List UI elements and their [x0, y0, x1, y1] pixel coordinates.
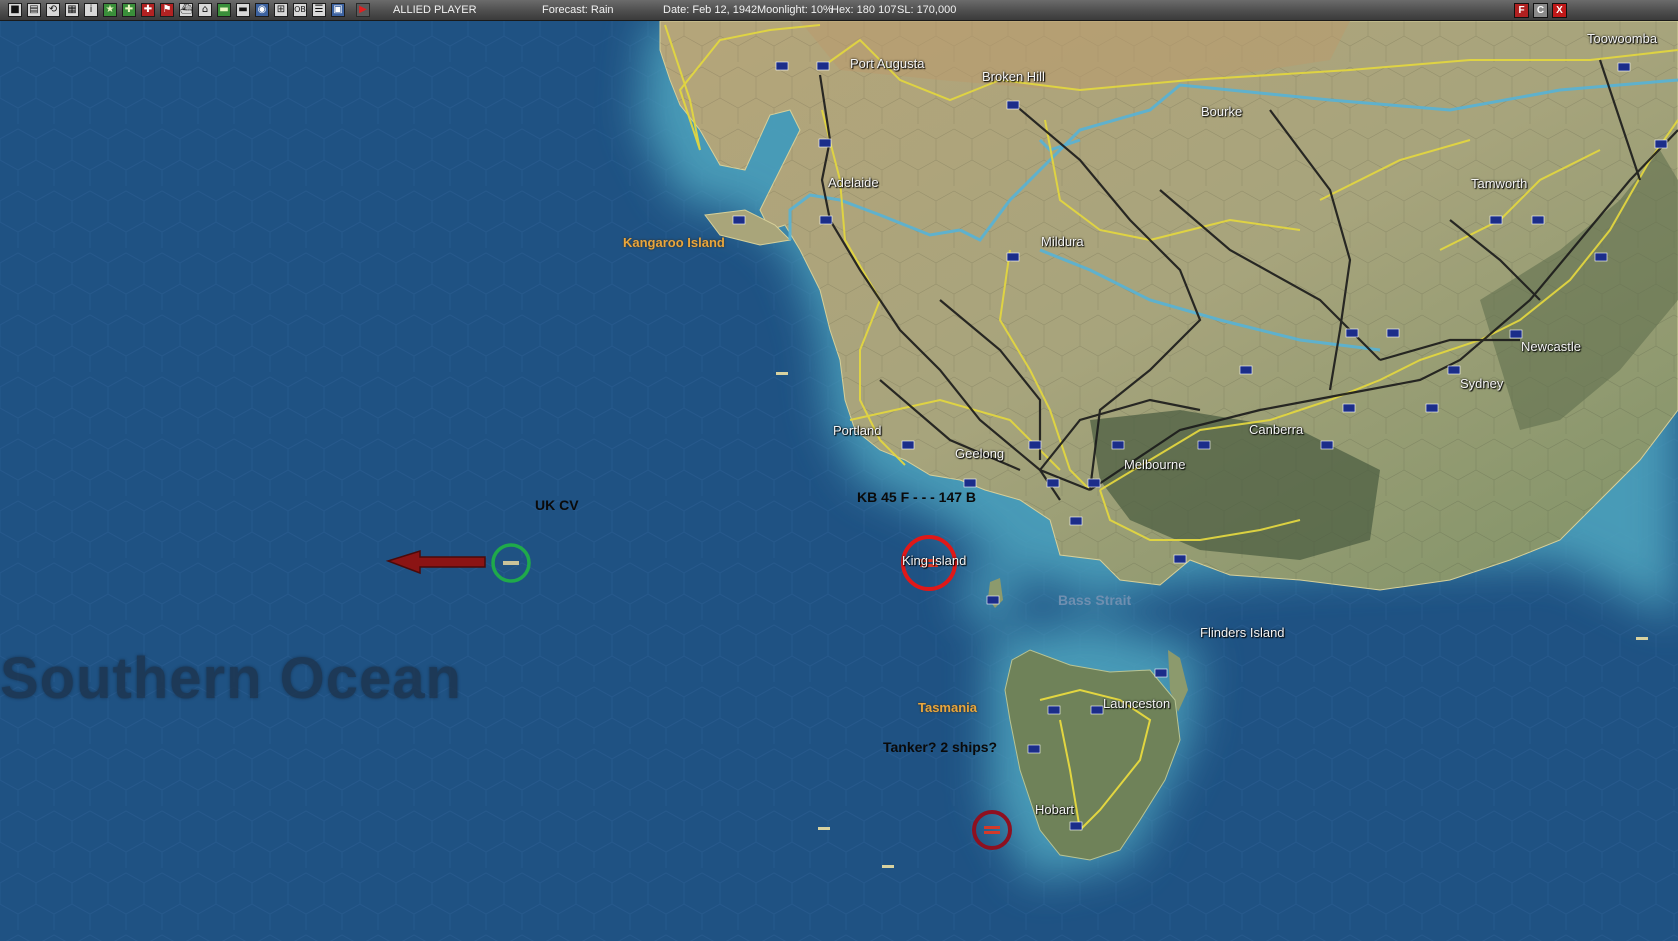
toolbar-button-2[interactable]: ▤ — [27, 3, 41, 17]
label-broken-hill: Broken Hill — [982, 69, 1045, 84]
air-unit-button[interactable]: ✚ — [122, 3, 136, 17]
list-button[interactable]: ☰ — [312, 3, 326, 17]
globe-button[interactable]: ◉ — [255, 3, 269, 17]
top-toolbar: ■ ▤ ⟲ ▦ i ★ ✚ ✚ ⚑ ⛴ ⌂ ▬ ▬ ◉ ⊞ OB ☰ ▣ ▶ A… — [0, 0, 1678, 21]
supply-level-label: SL: 170,000 — [897, 4, 957, 16]
label-launceston: Launceston — [1103, 696, 1171, 711]
label-melbourne: Melbourne — [1124, 457, 1186, 472]
toolbar-button-18[interactable]: ▣ — [331, 3, 345, 17]
medical-button[interactable]: ✚ — [141, 3, 155, 17]
annotation-tanker: Tanker? 2 ships? — [883, 739, 998, 755]
label-geelong: Geelong — [955, 446, 1005, 461]
label-tamworth: Tamworth — [1471, 176, 1528, 191]
info-button[interactable]: i — [84, 3, 98, 17]
label-king-island: King Island — [902, 553, 967, 568]
label-bass-strait: Bass Strait — [1058, 592, 1132, 608]
flag-button[interactable]: ⚑ — [160, 3, 174, 17]
label-adelaide: Adelaide — [828, 175, 879, 190]
label-portland: Portland — [833, 423, 882, 438]
label-bourke: Bourke — [1201, 104, 1243, 119]
label-flinders-island: Flinders Island — [1200, 625, 1285, 640]
label-toowoomba: Toowoomba — [1587, 31, 1658, 46]
label-port-augusta: Port Augusta — [850, 56, 925, 71]
label-newcastle: Newcastle — [1521, 339, 1581, 354]
label-southern-ocean: Southern Ocean — [0, 646, 462, 711]
map-view[interactable]: Port Augusta Broken Hill Bourke Toowoomb… — [0, 21, 1678, 941]
moonlight-label: Moonlight: 10% — [757, 4, 833, 16]
toolbar-button-15[interactable]: ⊞ — [274, 3, 288, 17]
toolbar-button-1[interactable]: ■ — [8, 3, 22, 17]
base-button[interactable]: ⌂ — [198, 3, 212, 17]
side-label: ALLIED PLAYER — [393, 4, 477, 16]
forecast-label: Forecast: Rain — [542, 4, 614, 16]
close-button[interactable]: X — [1552, 3, 1567, 18]
star-button[interactable]: ★ — [103, 3, 117, 17]
end-turn-play-button[interactable]: ▶ — [356, 3, 370, 17]
annotation-kb: KB 45 F - - - 147 B — [857, 489, 977, 505]
toolbar-button-3[interactable]: ⟲ — [46, 3, 60, 17]
label-mildura: Mildura — [1041, 234, 1084, 249]
label-canberra: Canberra — [1249, 422, 1304, 437]
window-button-c[interactable]: C — [1533, 3, 1548, 18]
ship-button[interactable]: ⛴ — [179, 3, 193, 17]
hex-label: Hex: 180 107 — [831, 4, 897, 16]
toolbar-button-13[interactable]: ▬ — [236, 3, 250, 17]
label-kangaroo-island: Kangaroo Island — [623, 235, 725, 250]
label-sydney: Sydney — [1460, 376, 1504, 391]
toolbar-button-4[interactable]: ▦ — [65, 3, 79, 17]
toolbar-button-12[interactable]: ▬ — [217, 3, 231, 17]
label-tasmania: Tasmania — [918, 700, 978, 715]
window-button-f[interactable]: F — [1514, 3, 1529, 18]
date-label: Date: Feb 12, 1942 — [663, 4, 758, 16]
annotation-uk-cv: UK CV — [535, 497, 579, 513]
map-graphic — [0, 21, 1678, 941]
label-hobart: Hobart — [1035, 802, 1075, 817]
ob-button[interactable]: OB — [293, 3, 307, 17]
